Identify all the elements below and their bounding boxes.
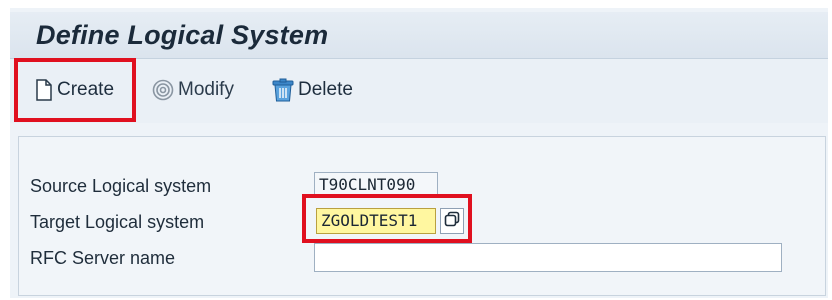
delete-label: Delete bbox=[298, 79, 353, 100]
page-title: Define Logical System bbox=[36, 20, 329, 50]
create-highlight-box bbox=[14, 58, 136, 122]
target-field-highlight-box bbox=[302, 194, 472, 243]
spiral-modify-icon bbox=[152, 79, 174, 101]
delete-button[interactable]: Delete bbox=[272, 75, 353, 105]
modify-label: Modify bbox=[178, 79, 234, 100]
target-logical-system-label: Target Logical system bbox=[30, 212, 205, 232]
title-bar: Define Logical System bbox=[10, 12, 828, 59]
trash-can-icon bbox=[272, 78, 294, 102]
source-logical-system-label: Source Logical system bbox=[30, 176, 212, 196]
rfc-server-name-field[interactable] bbox=[314, 243, 782, 272]
modify-button[interactable]: Modify bbox=[152, 75, 234, 105]
rfc-server-name-label: RFC Server name bbox=[30, 248, 176, 268]
